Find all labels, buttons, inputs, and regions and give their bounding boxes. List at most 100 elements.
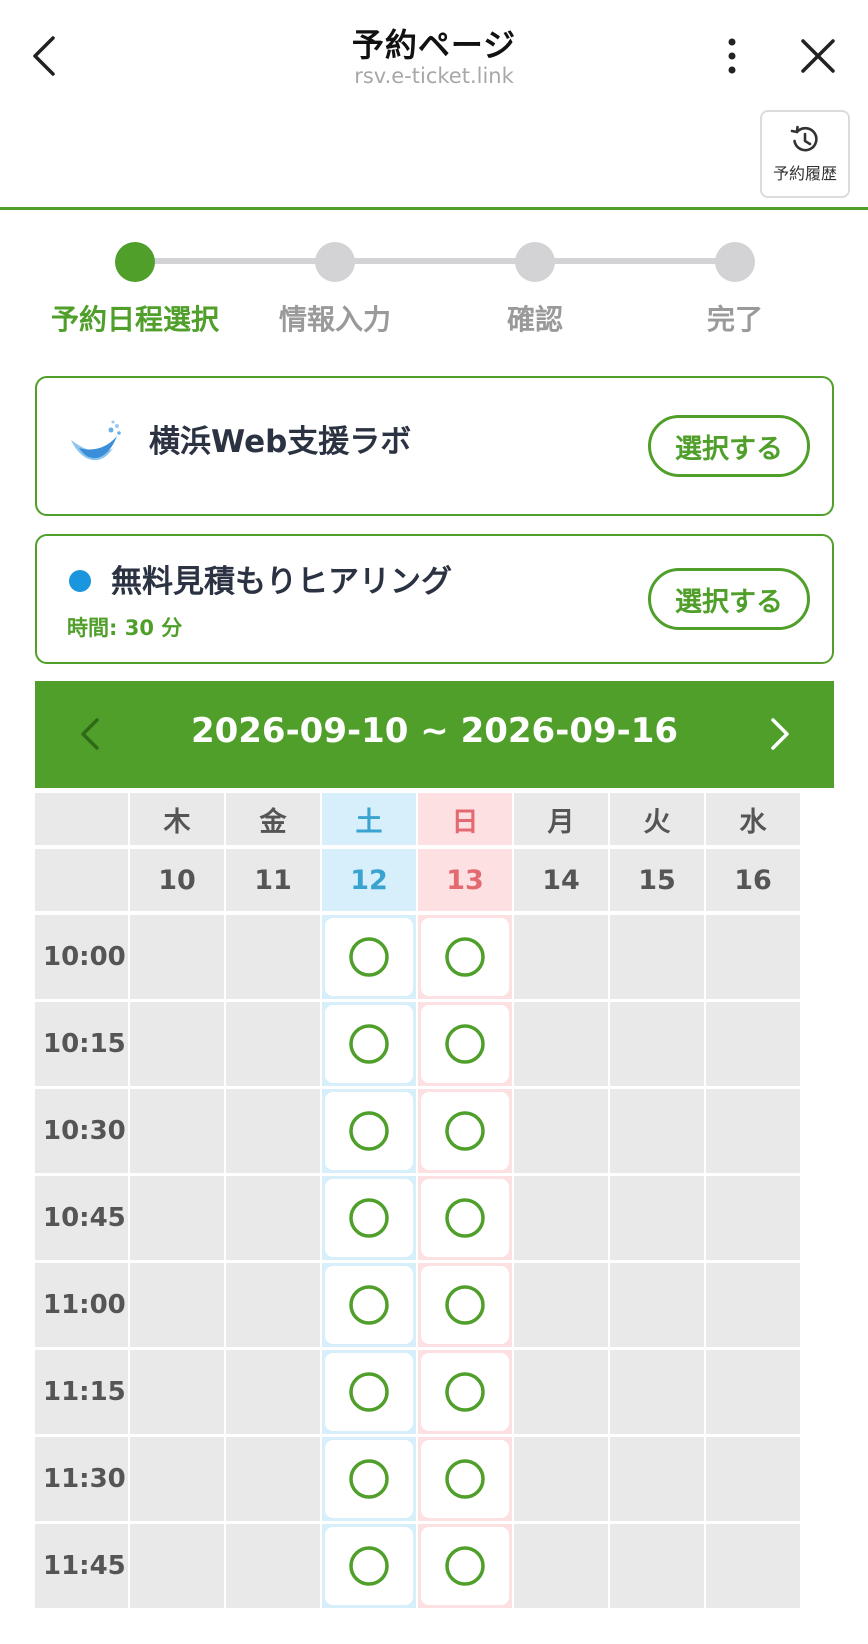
available-slot-button[interactable] xyxy=(325,1440,413,1518)
time-slot-empty xyxy=(706,1176,800,1260)
weekday-header: 土 xyxy=(322,793,416,845)
circle-available-icon xyxy=(445,1198,485,1238)
organization-name: 横浜Web支援ラボ xyxy=(149,424,412,460)
select-organization-button[interactable]: 選択する xyxy=(648,415,810,477)
available-slot-button[interactable] xyxy=(421,1092,509,1170)
time-slot-empty xyxy=(130,1437,224,1521)
weekday-header: 日 xyxy=(418,793,512,845)
available-slot-button[interactable] xyxy=(325,918,413,996)
next-week-button[interactable] xyxy=(755,709,805,759)
circle-available-icon xyxy=(445,937,485,977)
reservation-history-button[interactable]: 予約履歴 xyxy=(760,110,850,198)
select-service-button[interactable]: 選択する xyxy=(648,568,810,630)
time-slot-empty xyxy=(226,1002,320,1086)
date-header: 13 xyxy=(418,849,512,911)
time-slot-empty xyxy=(130,915,224,999)
circle-available-icon xyxy=(349,937,389,977)
time-slot-available[interactable] xyxy=(322,1263,416,1347)
time-slot-available[interactable] xyxy=(322,1176,416,1260)
available-slot-button[interactable] xyxy=(421,1353,509,1431)
time-slot-available[interactable] xyxy=(418,1002,512,1086)
date-header: 12 xyxy=(322,849,416,911)
time-slot-available[interactable] xyxy=(418,1263,512,1347)
circle-available-icon xyxy=(349,1111,389,1151)
time-slot-available[interactable] xyxy=(418,1089,512,1173)
service-duration: 時間: 30 分 xyxy=(67,616,183,640)
time-slot-empty xyxy=(514,1263,608,1347)
step-3-label: 確認 xyxy=(506,303,563,336)
time-slot-empty xyxy=(706,1263,800,1347)
time-slot-available[interactable] xyxy=(418,1524,512,1608)
time-slot-empty xyxy=(514,1002,608,1086)
available-slot-button[interactable] xyxy=(421,1527,509,1605)
time-slot-empty xyxy=(130,1176,224,1260)
time-slot-available[interactable] xyxy=(322,1524,416,1608)
organization-logo xyxy=(67,418,127,474)
available-slot-button[interactable] xyxy=(421,1005,509,1083)
available-slot-button[interactable] xyxy=(325,1266,413,1344)
weekday-header: 木 xyxy=(130,793,224,845)
time-slot-empty xyxy=(130,1350,224,1434)
step-1-label: 予約日程選択 xyxy=(50,303,219,336)
time-slot-available[interactable] xyxy=(418,1437,512,1521)
time-slot-available[interactable] xyxy=(322,1350,416,1434)
time-slot-empty xyxy=(226,1437,320,1521)
service-color-dot xyxy=(69,570,91,592)
service-card: 無料見積もりヒアリング 時間: 30 分 選択する xyxy=(35,534,834,664)
available-slot-button[interactable] xyxy=(325,1179,413,1257)
time-slot-available[interactable] xyxy=(322,915,416,999)
weekday-header: 金 xyxy=(226,793,320,845)
time-slot-empty xyxy=(226,1350,320,1434)
available-slot-button[interactable] xyxy=(325,1527,413,1605)
time-label: 11:30 xyxy=(35,1437,128,1521)
weekday-header: 火 xyxy=(610,793,704,845)
time-label: 10:45 xyxy=(35,1176,128,1260)
time-slot-available[interactable] xyxy=(322,1089,416,1173)
available-slot-button[interactable] xyxy=(421,1179,509,1257)
weekday-header: 月 xyxy=(514,793,608,845)
available-slot-button[interactable] xyxy=(421,918,509,996)
time-label: 11:15 xyxy=(35,1350,128,1434)
stepper-track xyxy=(135,258,735,264)
available-slot-button[interactable] xyxy=(325,1005,413,1083)
time-slot-empty xyxy=(130,1263,224,1347)
calendar-header: 2026-09-10 ~ 2026-09-16 xyxy=(35,681,834,788)
chevron-right-icon xyxy=(771,718,789,750)
more-vertical-icon xyxy=(728,38,736,74)
step-2-dot xyxy=(315,242,355,282)
time-slot-available[interactable] xyxy=(418,915,512,999)
date-header: 15 xyxy=(610,849,704,911)
time-slot-empty xyxy=(130,1002,224,1086)
time-slot-empty xyxy=(610,1263,704,1347)
time-slot-available[interactable] xyxy=(418,1176,512,1260)
time-slot-empty xyxy=(610,1002,704,1086)
time-label: 11:45 xyxy=(35,1524,128,1608)
time-slot-empty xyxy=(226,1176,320,1260)
available-slot-button[interactable] xyxy=(421,1266,509,1344)
more-options-button[interactable] xyxy=(710,28,754,84)
circle-available-icon xyxy=(445,1459,485,1499)
time-slot-empty xyxy=(226,915,320,999)
time-slot-empty xyxy=(706,1350,800,1434)
time-slot-empty xyxy=(226,1524,320,1608)
step-1-dot xyxy=(115,242,155,282)
available-slot-button[interactable] xyxy=(325,1353,413,1431)
time-slot-empty xyxy=(610,1350,704,1434)
time-slot-empty xyxy=(130,1089,224,1173)
time-slot-available[interactable] xyxy=(322,1002,416,1086)
organization-card: 横浜Web支援ラボ 選択する xyxy=(35,376,834,516)
time-slot-available[interactable] xyxy=(322,1437,416,1521)
time-slot-available[interactable] xyxy=(418,1350,512,1434)
close-button[interactable] xyxy=(792,30,844,82)
time-slot-empty xyxy=(706,1524,800,1608)
available-slot-button[interactable] xyxy=(421,1440,509,1518)
circle-available-icon xyxy=(349,1024,389,1064)
circle-available-icon xyxy=(349,1198,389,1238)
time-label: 10:30 xyxy=(35,1089,128,1173)
calendar-grid: 木 10 金 11 土 12 日 13 月 14 火 15 水 16 10:00 10:15 10:30 10:4… xyxy=(35,793,834,1644)
date-header: 16 xyxy=(706,849,800,911)
time-slot-empty xyxy=(610,1089,704,1173)
circle-available-icon xyxy=(445,1546,485,1586)
available-slot-button[interactable] xyxy=(325,1092,413,1170)
date-range: 2026-09-10 ~ 2026-09-16 xyxy=(190,711,679,751)
